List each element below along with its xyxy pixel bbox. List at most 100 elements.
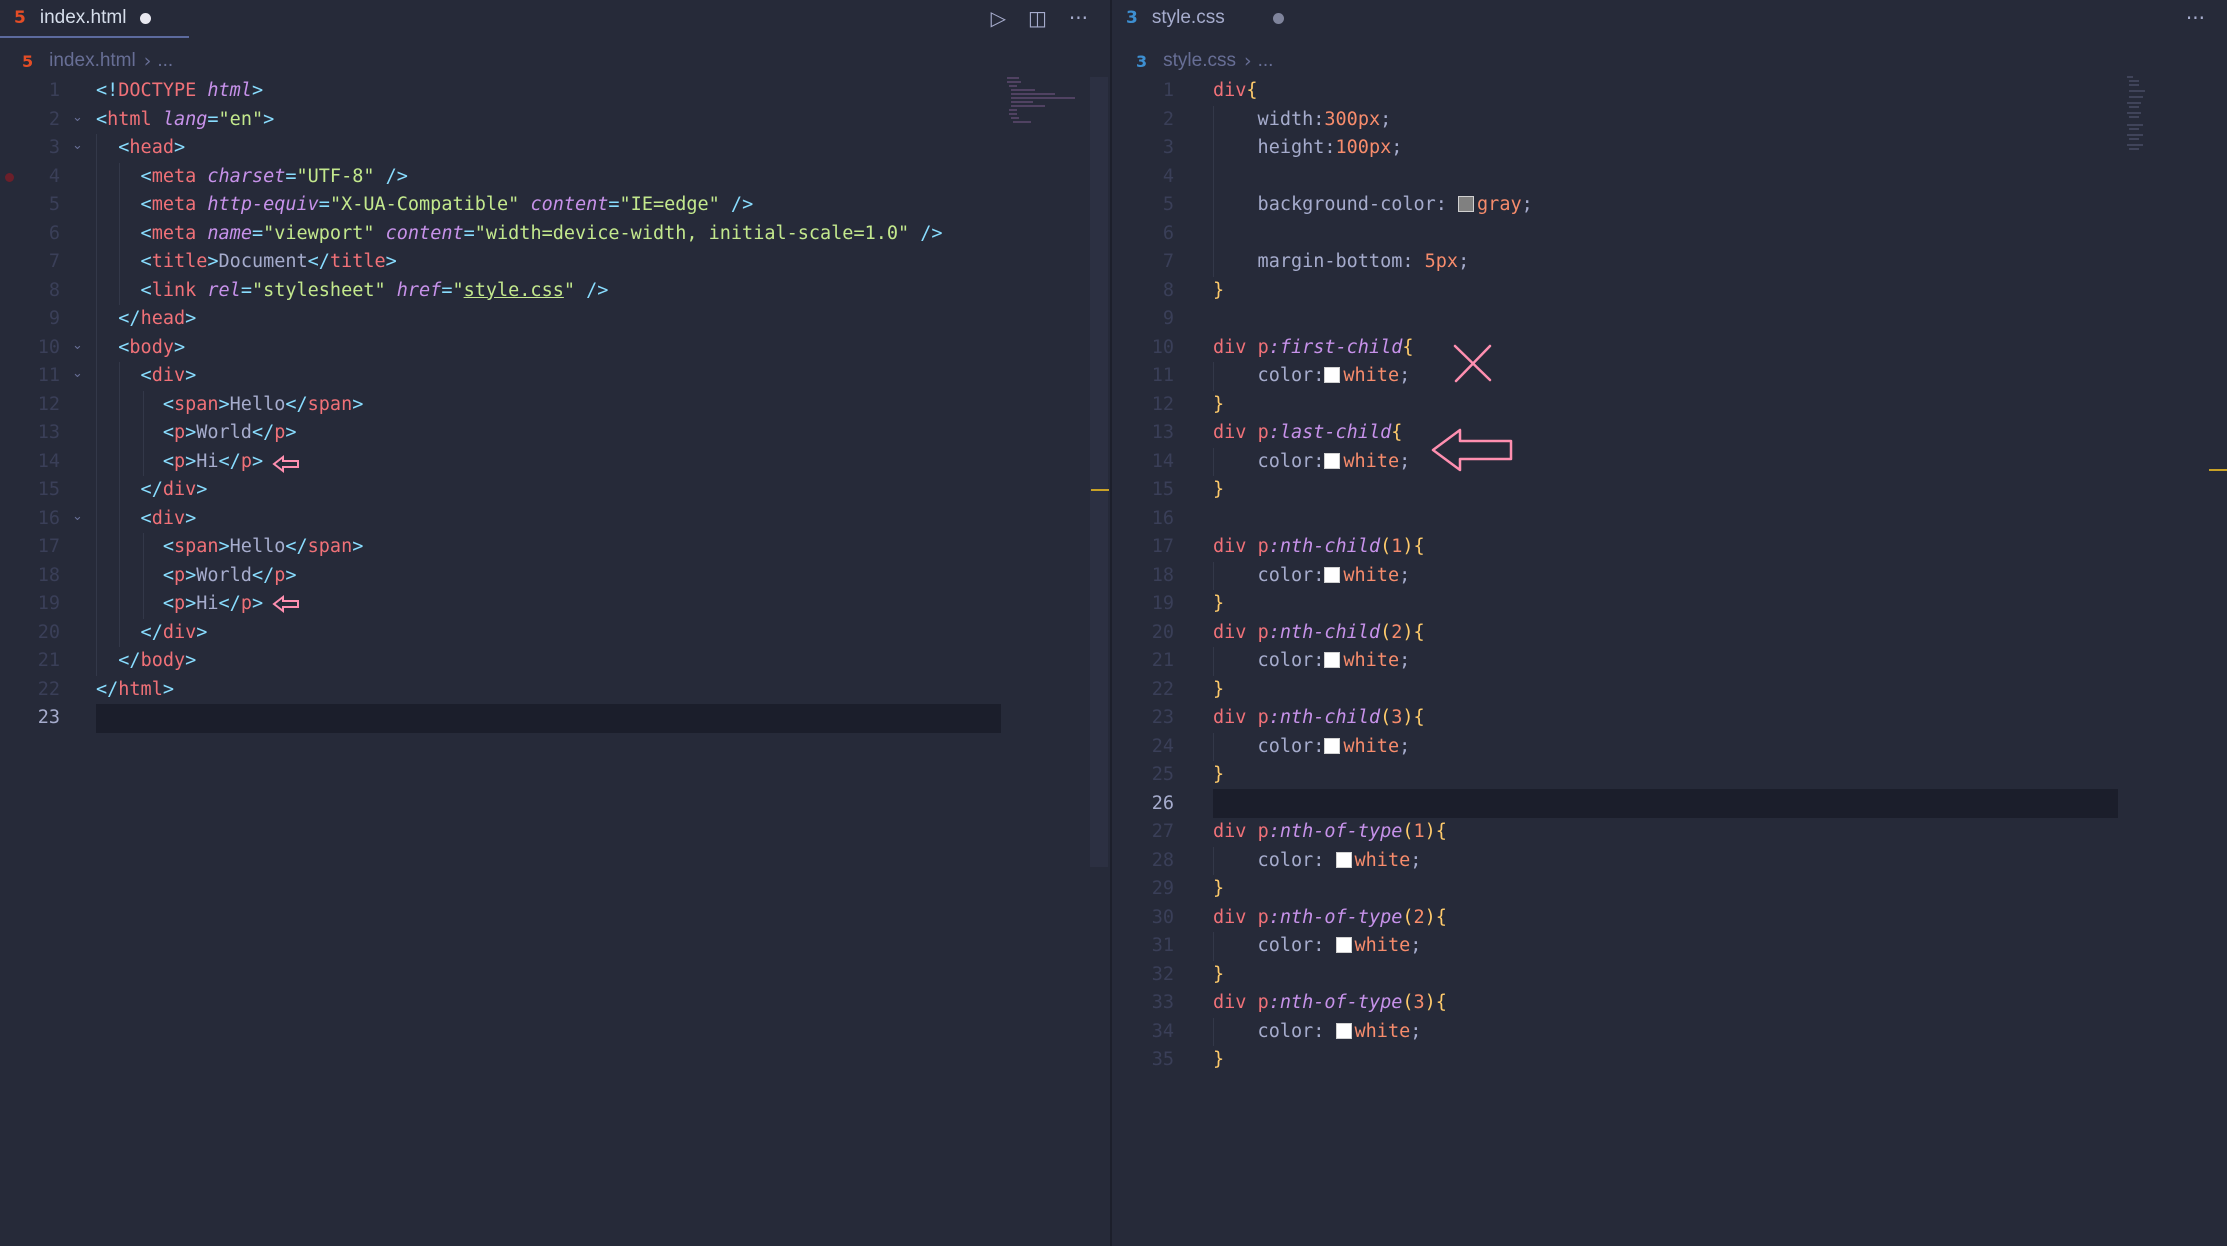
- code-line[interactable]: 15}: [1112, 476, 2227, 505]
- code-line[interactable]: 22}: [1112, 676, 2227, 705]
- code-line[interactable]: 1 div{: [1112, 77, 2227, 106]
- code-line[interactable]: 11 <div>: [0, 362, 1110, 391]
- color-swatch-icon[interactable]: [1324, 737, 1341, 754]
- code-line[interactable]: 32}: [1112, 961, 2227, 990]
- code-line[interactable]: 8 <link rel="stylesheet" href="style.css…: [0, 277, 1110, 306]
- code-line[interactable]: 18 <p>World</p>: [0, 562, 1110, 591]
- code-line[interactable]: 26: [1112, 790, 2227, 819]
- code-line[interactable]: 6: [1112, 220, 2227, 249]
- code-line[interactable]: 7 <title>Document</title>: [0, 248, 1110, 277]
- code-line[interactable]: 21 color: white;: [1112, 647, 2227, 676]
- code-line[interactable]: 29}: [1112, 875, 2227, 904]
- code-line[interactable]: 20 div p:nth-child(2){: [1112, 619, 2227, 648]
- code-line[interactable]: 23 div p:nth-child(3){: [1112, 704, 2227, 733]
- code-line[interactable]: 5 <meta http-equiv="X-UA-Compatible" con…: [0, 191, 1110, 220]
- code-line[interactable]: 10 <body>: [0, 334, 1110, 363]
- code-line[interactable]: 35}: [1112, 1046, 2227, 1075]
- code-line[interactable]: 33 div p:nth-of-type(3){: [1112, 989, 2227, 1018]
- breadcrumb-more[interactable]: ...: [1258, 50, 1274, 72]
- code-text: <title>Document</title>: [96, 251, 397, 272]
- code-line[interactable]: 6 <meta name="viewport" content="width=d…: [0, 220, 1110, 249]
- color-swatch-icon[interactable]: [1324, 452, 1341, 469]
- color-swatch-icon[interactable]: [1324, 367, 1341, 383]
- indent-guide: [1213, 846, 1214, 875]
- color-swatch-icon[interactable]: [1458, 196, 1475, 212]
- minimap[interactable]: [2125, 75, 2155, 155]
- code-line[interactable]: 15 </div>: [0, 476, 1110, 505]
- tab-index-html[interactable]: 5 index.html: [0, 0, 189, 38]
- color-swatch-icon[interactable]: [1335, 1022, 1352, 1039]
- code-line[interactable]: 9: [1112, 305, 2227, 334]
- vertical-scrollbar[interactable]: [1090, 77, 1108, 867]
- code-line[interactable]: 5 background-color: gray;: [1112, 191, 2227, 220]
- code-line[interactable]: 1 <!DOCTYPE html>: [0, 77, 1110, 106]
- breadcrumb-more[interactable]: ...: [157, 50, 173, 72]
- code-line[interactable]: 9 </head>: [0, 305, 1110, 334]
- code-line[interactable]: 10 div p:first-child{: [1112, 334, 2227, 363]
- minimap[interactable]: [1005, 75, 1085, 125]
- indent-guide: [119, 362, 120, 647]
- code-line[interactable]: 3 <head>: [0, 134, 1110, 163]
- code-line[interactable]: 21 </body>: [0, 647, 1110, 676]
- code-line[interactable]: 31 color: white;: [1112, 932, 2227, 961]
- code-line[interactable]: 24 color: white;: [1112, 733, 2227, 762]
- code-line[interactable]: 7 margin-bottom: 5px;: [1112, 248, 2227, 277]
- code-line[interactable]: 19 <p>Hi</p>: [0, 590, 1110, 619]
- code-line[interactable]: 8}: [1112, 277, 2227, 306]
- split-editor-icon[interactable]: ◫: [1028, 6, 1047, 30]
- code-line[interactable]: 13 <p>World</p>: [0, 419, 1110, 448]
- fold-chevron-icon[interactable]: ⌄: [72, 338, 83, 353]
- fold-chevron-icon[interactable]: ⌄: [72, 110, 83, 125]
- code-line[interactable]: 27 div p:nth-of-type(1){: [1112, 818, 2227, 847]
- css3-icon: 3: [1126, 8, 1138, 28]
- tab-style-css[interactable]: 3 style.css: [1112, 0, 1296, 36]
- line-number: 19: [37, 593, 60, 614]
- code-line[interactable]: 4 <meta charset="UTF-8" />: [0, 163, 1110, 192]
- code-line[interactable]: 28 color: white;: [1112, 847, 2227, 876]
- code-text: margin-bottom: 5px;: [1213, 251, 1470, 272]
- breadcrumb-file[interactable]: style.css: [1163, 50, 1236, 72]
- unsaved-dot-icon[interactable]: [1272, 12, 1284, 24]
- code-line[interactable]: 12}: [1112, 391, 2227, 420]
- code-line[interactable]: 4: [1112, 163, 2227, 192]
- fold-chevron-icon[interactable]: ⌄: [72, 366, 83, 381]
- code-line[interactable]: 2 width:300px;: [1112, 106, 2227, 135]
- code-line[interactable]: 13 div p:last-child{: [1112, 419, 2227, 448]
- code-line[interactable]: 12 <span>Hello</span>: [0, 391, 1110, 420]
- fold-chevron-icon[interactable]: ⌄: [72, 138, 83, 153]
- more-actions-icon[interactable]: ···: [2186, 6, 2205, 30]
- breakpoint-icon[interactable]: [5, 172, 14, 182]
- code-line[interactable]: 2 <html lang="en">: [0, 106, 1110, 135]
- code-line[interactable]: 34 color: white;: [1112, 1018, 2227, 1047]
- fold-chevron-icon[interactable]: ⌄: [72, 509, 83, 524]
- more-actions-icon[interactable]: ···: [1069, 6, 1088, 30]
- line-number: 31: [1151, 935, 1174, 956]
- code-line[interactable]: 25}: [1112, 761, 2227, 790]
- code-line[interactable]: 17 <span>Hello</span>: [0, 533, 1110, 562]
- code-line[interactable]: 30 div p:nth-of-type(2){: [1112, 904, 2227, 933]
- line-number: 6: [1162, 222, 1174, 244]
- code-line[interactable]: 17 div p:nth-child(1){: [1112, 533, 2227, 562]
- play-icon[interactable]: ▷: [991, 6, 1006, 30]
- indent-guide: [1213, 561, 1214, 590]
- code-line[interactable]: 19}: [1112, 590, 2227, 619]
- code-line[interactable]: 16 <div>: [0, 505, 1110, 534]
- chevron-right-icon: ›: [1244, 50, 1252, 72]
- color-swatch-icon[interactable]: [1324, 652, 1341, 668]
- code-line[interactable]: 16: [1112, 505, 2227, 534]
- line-number: 15: [37, 479, 60, 500]
- code-line[interactable]: 14 <p>Hi</p>: [0, 448, 1110, 477]
- code-line[interactable]: 18 color: white;: [1112, 562, 2227, 591]
- code-line[interactable]: 14 color: white;: [1112, 448, 2227, 477]
- code-line[interactable]: 20 </div>: [0, 619, 1110, 648]
- color-swatch-icon[interactable]: [1335, 851, 1352, 868]
- color-swatch-icon[interactable]: [1335, 937, 1352, 953]
- color-swatch-icon[interactable]: [1324, 566, 1341, 583]
- code-line[interactable]: 11 color: white;: [1112, 362, 2227, 391]
- unsaved-dot-icon[interactable]: [140, 12, 152, 24]
- code-line[interactable]: 23: [0, 704, 1110, 733]
- breadcrumb-file[interactable]: index.html: [49, 50, 136, 72]
- code-line[interactable]: 3 height:100px;: [1112, 134, 2227, 163]
- code-line[interactable]: 22 </html>: [0, 676, 1110, 705]
- code-text: <p>World</p>: [96, 422, 297, 443]
